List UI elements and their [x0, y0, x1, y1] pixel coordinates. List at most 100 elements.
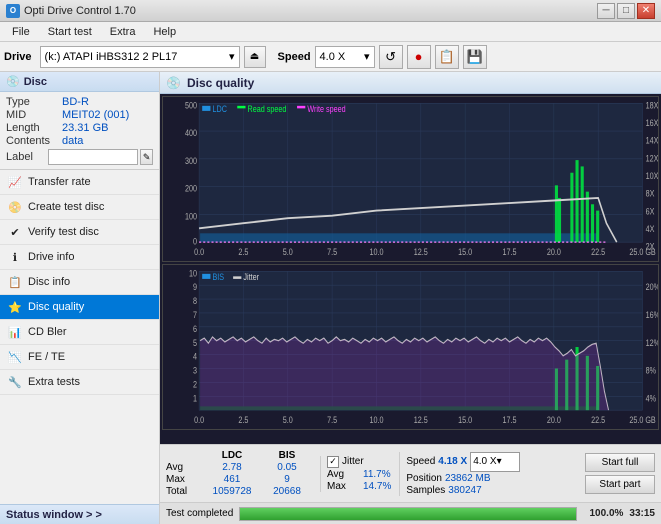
minimize-button[interactable]: ─ — [597, 3, 615, 19]
sidebar-item-extra-tests[interactable]: 🔧 Extra tests — [0, 370, 159, 395]
maximize-button[interactable]: □ — [617, 3, 635, 19]
samples-label: Samples — [406, 485, 445, 496]
stats-max-row: Max 461 9 — [166, 474, 312, 485]
menu-start-test[interactable]: Start test — [40, 24, 100, 40]
svg-text:4%: 4% — [646, 394, 656, 404]
jitter-checkbox[interactable]: ✓ — [327, 456, 339, 468]
cd-bler-label: CD Bler — [28, 326, 67, 338]
menu-help[interactable]: Help — [145, 24, 184, 40]
eject-button[interactable]: ⏏ — [244, 46, 266, 68]
position-val: 23862 MB — [445, 473, 491, 484]
titlebar-left: O Opti Drive Control 1.70 — [6, 4, 136, 18]
jitter-max-label: Max — [327, 481, 363, 492]
speed-dropdown-arrow: ▾ — [497, 456, 502, 467]
disc-quality-title: Disc quality — [187, 76, 254, 90]
start-part-button[interactable]: Start part — [585, 475, 655, 494]
bottom-chart: 10 9 8 7 6 5 4 3 2 1 20% 16% 12% 8% 4% — [162, 264, 659, 430]
refresh-button[interactable]: ↺ — [379, 45, 403, 69]
svg-text:2.5: 2.5 — [238, 247, 248, 257]
progress-fill — [240, 508, 576, 520]
stats-col0 — [166, 450, 202, 461]
speed-dropdown-val: 4.0 X — [473, 456, 496, 467]
svg-text:400: 400 — [185, 128, 197, 138]
svg-text:25.0 GB: 25.0 GB — [629, 247, 655, 257]
svg-text:8X: 8X — [646, 189, 655, 199]
label-input[interactable] — [48, 149, 138, 165]
sidebar-item-cd-bler[interactable]: 📊 CD Bler — [0, 320, 159, 345]
label-row: Label ✎ — [6, 149, 153, 165]
svg-text:12.5: 12.5 — [414, 415, 428, 425]
overall-bar: Test completed 100.0% 33:15 — [160, 502, 661, 524]
verify-test-disc-icon: ✔ — [8, 225, 22, 239]
svg-text:16X: 16X — [646, 118, 658, 128]
jitter-avg-val: 11.7% — [363, 469, 391, 480]
stats-header-row: LDC BIS — [166, 450, 312, 461]
sidebar-item-verify-test-disc[interactable]: ✔ Verify test disc — [0, 220, 159, 245]
window-controls: ─ □ ✕ — [597, 3, 655, 19]
drive-label: Drive — [4, 51, 32, 63]
jitter-section: ✓ Jitter Avg 11.7% Max 14.7% — [320, 456, 391, 492]
svg-text:300: 300 — [185, 156, 197, 166]
svg-text:4: 4 — [193, 352, 197, 362]
main-area: 💿 Disc Type BD-R MID MEIT02 (001) Length… — [0, 72, 661, 524]
disc-section-icon: 💿 — [6, 75, 20, 88]
disc-mid-row: MID MEIT02 (001) — [6, 109, 153, 121]
charts-area: 500 400 300 200 100 0 18X 16X 14X 12X 10… — [160, 94, 661, 444]
svg-text:8%: 8% — [646, 366, 656, 376]
stats-total-bis: 20668 — [262, 486, 312, 497]
jitter-avg-row: Avg 11.7% — [327, 469, 391, 480]
menu-file[interactable]: File — [4, 24, 38, 40]
sidebar-item-fe-te[interactable]: 📉 FE / TE — [0, 345, 159, 370]
disc-contents-val: data — [62, 135, 83, 147]
speed-selector[interactable]: 4.0 X ▾ — [315, 46, 375, 68]
svg-text:0: 0 — [193, 237, 197, 247]
stats-max-ldc: 461 — [202, 474, 262, 485]
svg-text:15.0: 15.0 — [458, 247, 472, 257]
svg-text:22.5: 22.5 — [591, 415, 605, 425]
svg-text:0.0: 0.0 — [194, 247, 204, 257]
sidebar-item-drive-info[interactable]: ℹ Drive info — [0, 245, 159, 270]
speed-dropdown[interactable]: 4.0 X ▾ — [470, 452, 520, 472]
sidebar-item-transfer-rate[interactable]: 📈 Transfer rate — [0, 170, 159, 195]
extra-tests-icon: 🔧 — [8, 375, 22, 389]
label-edit-button[interactable]: ✎ — [140, 149, 153, 165]
disc-mid-val: MEIT02 (001) — [62, 109, 129, 121]
action-buttons: Start full Start part — [585, 453, 655, 494]
drive-selector[interactable]: (k:) ATAPI iHBS312 2 PL17 ▾ — [40, 46, 240, 68]
create-test-disc-label: Create test disc — [28, 201, 104, 213]
time-value: 33:15 — [629, 508, 655, 519]
speed-dropdown-arrow: ▾ — [364, 50, 370, 63]
svg-text:0.0: 0.0 — [194, 415, 204, 425]
verify-test-disc-label: Verify test disc — [28, 226, 99, 238]
content-area: 💿 Disc quality — [160, 72, 661, 524]
sidebar-item-create-test-disc[interactable]: 📀 Create test disc — [0, 195, 159, 220]
copy-button[interactable]: 📋 — [435, 45, 459, 69]
svg-text:22.5: 22.5 — [591, 247, 605, 257]
svg-text:18X: 18X — [646, 101, 658, 111]
svg-text:200: 200 — [185, 184, 197, 194]
stats-bis-header: BIS — [262, 450, 312, 461]
disc-info-panel: Type BD-R MID MEIT02 (001) Length 23.31 … — [0, 92, 159, 170]
start-full-button[interactable]: Start full — [585, 453, 655, 472]
samples-row: Samples 380247 — [406, 485, 520, 496]
record-button[interactable]: ● — [407, 45, 431, 69]
svg-text:10: 10 — [189, 269, 197, 279]
disc-quality-label: Disc quality — [28, 301, 84, 313]
menu-extra[interactable]: Extra — [102, 24, 144, 40]
svg-text:12.5: 12.5 — [414, 247, 428, 257]
svg-text:20.0: 20.0 — [547, 247, 561, 257]
save-button[interactable]: 💾 — [463, 45, 487, 69]
label-key: Label — [6, 151, 48, 163]
stats-avg-ldc: 2.78 — [202, 462, 262, 473]
svg-text:20.0: 20.0 — [547, 415, 561, 425]
speed-label: Speed — [278, 51, 311, 63]
sidebar-item-disc-quality[interactable]: ⭐ Disc quality — [0, 295, 159, 320]
sidebar-item-disc-info[interactable]: 📋 Disc info — [0, 270, 159, 295]
svg-text:17.5: 17.5 — [502, 247, 516, 257]
svg-text:8: 8 — [193, 297, 197, 307]
stats-total-label: Total — [166, 486, 202, 497]
status-window-button[interactable]: Status window > > — [0, 504, 159, 524]
svg-text:500: 500 — [185, 101, 197, 111]
close-button[interactable]: ✕ — [637, 3, 655, 19]
cd-bler-icon: 📊 — [8, 325, 22, 339]
